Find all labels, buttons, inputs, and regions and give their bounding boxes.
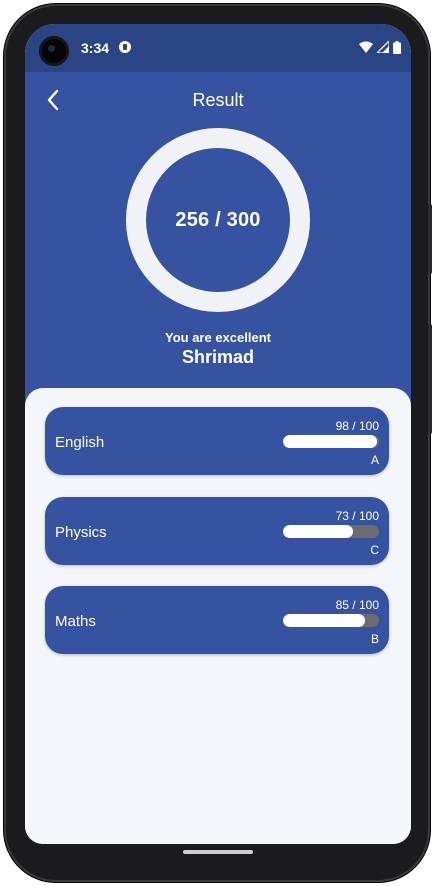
home-indicator[interactable] <box>183 850 253 854</box>
progress-fill <box>283 525 354 538</box>
volume-button <box>428 324 432 434</box>
system-icons <box>359 38 401 56</box>
page-title: Result <box>192 90 244 110</box>
student-name: Shrimad <box>181 347 255 367</box>
subject-card-physics[interactable]: Physics 73 / 100 C <box>45 497 389 565</box>
subject-name: Maths <box>55 613 96 630</box>
camera-cutout <box>39 36 69 66</box>
power-button <box>428 204 432 274</box>
app-screen: 3:34 Result 256 / 300 You are excellent … <box>25 24 411 844</box>
status-time: 3:34 <box>81 40 110 56</box>
subject-name: English <box>55 434 105 451</box>
progress-bar <box>283 435 379 448</box>
subject-card-english[interactable]: English 98 / 100 A <box>45 407 389 475</box>
result-header: Result 256 / 300 You are excellent Shrim… <box>25 72 411 412</box>
subject-card-maths[interactable]: Maths 85 / 100 B <box>45 586 389 654</box>
status-bar: 3:34 <box>25 24 411 72</box>
subject-marks: 73 / 100 <box>335 509 379 523</box>
subject-grade: B <box>370 632 379 646</box>
progress-bar <box>283 614 379 627</box>
notification-icon <box>119 41 131 53</box>
subject-marks: 85 / 100 <box>335 598 379 612</box>
progress-fill <box>283 614 365 627</box>
subject-marks: 98 / 100 <box>335 419 379 433</box>
total-score: 256 / 300 <box>175 208 261 231</box>
result-tagline: You are excellent <box>165 330 271 345</box>
score-ring: 256 / 300 <box>126 128 310 312</box>
progress-bar <box>283 525 379 538</box>
battery-icon <box>393 40 401 54</box>
wifi-icon <box>359 41 373 53</box>
progress-fill <box>283 435 378 448</box>
subject-name: Physics <box>55 524 107 541</box>
subject-grade: C <box>370 543 379 557</box>
signal-icon <box>377 41 389 53</box>
subject-grade: A <box>370 453 379 467</box>
subjects-sheet: English 98 / 100 A Physics 73 / 100 C Ma… <box>25 388 411 844</box>
